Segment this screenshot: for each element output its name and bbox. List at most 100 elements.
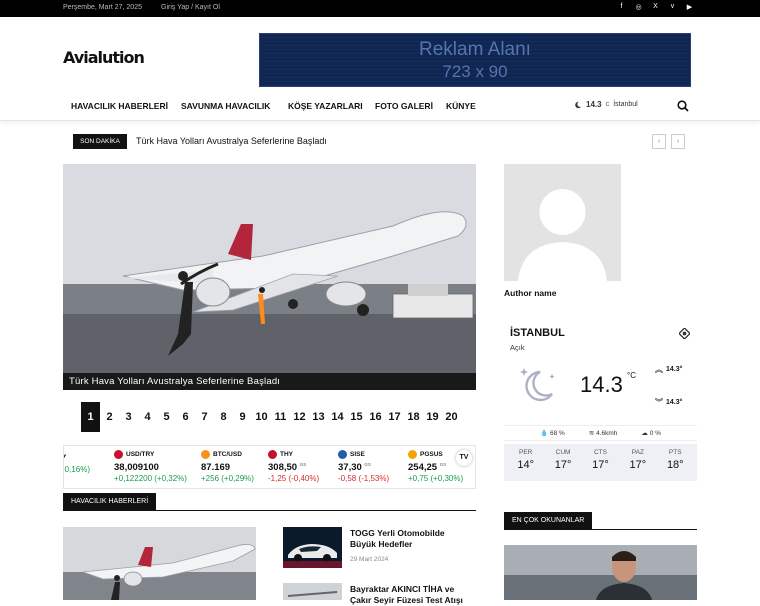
humidity-icon: 💧	[540, 430, 549, 437]
market-change: +0,16%)	[63, 465, 91, 474]
nav-havacilik-haberleri[interactable]: HAVACILIK HABERLERİ	[71, 101, 168, 111]
pager-page[interactable]: 14	[328, 402, 347, 432]
nav-kunye[interactable]: KÜNYE	[446, 101, 476, 111]
section-header-most-read[interactable]: EN ÇOK OKUNANLAR	[504, 512, 593, 529]
top-bar: Perşembe, Mart 27, 2025 Giriş Yap / Kayı…	[0, 0, 760, 17]
ticker-prev-button[interactable]: ‹	[652, 134, 666, 149]
clear-night-moon-icon	[520, 368, 555, 402]
author-name[interactable]: Author name	[504, 288, 556, 298]
forecast-day: CUM 17°	[554, 449, 572, 471]
market-item[interactable]: SISE 37,30 GS -0,58 (-1,53%)	[338, 450, 389, 483]
most-read-thumbnail[interactable]	[504, 545, 697, 600]
forecast-day: PER 14°	[517, 449, 535, 471]
market-change: -0,58 (-1,53%)	[338, 474, 390, 484]
news-date: 29 Mart 2024	[350, 556, 389, 563]
news-title[interactable]: Bayraktar AKINCI TİHA ve Çakır Seyir Füz…	[350, 584, 470, 606]
pager-page[interactable]: 19	[423, 402, 442, 432]
moon-icon	[575, 101, 582, 108]
instagram-icon[interactable]: ◎	[634, 3, 643, 11]
market-ticker[interactable]: Y +0,16%) USD/TRY 38,009100 +0,122200 (+…	[63, 445, 476, 489]
search-icon[interactable]	[677, 100, 689, 112]
market-item[interactable]: PGSUS 254,25 GS +0,75 (+0,30%)	[408, 450, 463, 483]
nav-kose-yazarlari[interactable]: KÖŞE YAZARLARI	[288, 101, 363, 111]
pager-page[interactable]: 20	[442, 402, 461, 432]
cloud-icon: ☁	[641, 430, 648, 437]
pager-page[interactable]: 6	[176, 402, 195, 432]
market-name: BTC/USD	[213, 451, 242, 458]
x-icon[interactable]: X	[651, 3, 660, 11]
nav-foto-galeri[interactable]: FOTO GALERİ	[375, 101, 433, 111]
bitcoin-icon	[201, 450, 210, 459]
forecast-day: CTS 17°	[592, 449, 609, 471]
market-suffix: GS	[439, 462, 447, 467]
nav-weather-city: İstanbul	[613, 101, 638, 108]
pager-page[interactable]: 4	[138, 402, 157, 432]
market-name: USD/TRY	[126, 451, 155, 458]
pager-page[interactable]: 3	[119, 402, 138, 432]
pager-page[interactable]: 7	[195, 402, 214, 432]
pager-page[interactable]: 1	[81, 402, 100, 432]
pager-page[interactable]: 10	[252, 402, 271, 432]
main-nav: HAVACILIK HABERLERİ SAVUNMA HAVACILIK KÖ…	[0, 92, 760, 121]
tradingview-badge-icon[interactable]: TV	[456, 450, 472, 466]
market-item[interactable]: Y +0,16%)	[63, 450, 91, 474]
news-title[interactable]: TOGG Yerli Otomobilde Büyük Hedefler	[350, 528, 470, 550]
weather-stats: 💧 68 % ≋ 4.6kmh ☁ 0 %	[504, 425, 697, 441]
article-image	[63, 527, 256, 600]
market-value: 308,50	[268, 462, 298, 474]
pager-page[interactable]: 5	[157, 402, 176, 432]
featured-article[interactable]: Türk Hava Yolları Avustralya Seferlerine…	[63, 164, 476, 390]
forecast-day: PTS 18°	[666, 449, 684, 471]
breaking-news-label: SON DAKİKA	[73, 134, 127, 149]
author-avatar[interactable]	[504, 164, 621, 281]
pager-page[interactable]: 15	[347, 402, 366, 432]
market-item[interactable]: USD/TRY 38,009100 +0,122200 (+0,32%)	[114, 450, 187, 483]
site-logo[interactable]: Avialution	[63, 48, 145, 67]
market-change: +0,75 (+0,30%)	[408, 474, 464, 484]
pager-page[interactable]: 16	[366, 402, 385, 432]
vimeo-icon[interactable]: v	[668, 3, 677, 11]
market-value: 87.169	[201, 462, 231, 473]
featured-image	[63, 164, 476, 390]
pager-page[interactable]: 2	[100, 402, 119, 432]
pager-page[interactable]: 8	[214, 402, 233, 432]
pager-page[interactable]: 18	[404, 402, 423, 432]
youtube-icon[interactable]: ▶	[685, 3, 694, 11]
arrow-up-icon: ︽	[655, 365, 663, 374]
section-divider	[504, 529, 697, 530]
market-name: PGSUS	[420, 451, 443, 458]
nav-savunma-havacilik[interactable]: SAVUNMA HAVACILIK	[181, 101, 270, 111]
breaking-news-headline[interactable]: Türk Hava Yolları Avustralya Seferlerine…	[136, 136, 327, 146]
ticker-next-button[interactable]: ›	[671, 134, 685, 149]
news-thumbnail-togg[interactable]	[283, 527, 342, 568]
ad-title: Reklam Alanı	[419, 39, 531, 60]
car-image	[283, 527, 342, 568]
weather-temperature: 14.3	[580, 372, 623, 397]
market-item[interactable]: THY 308,50 GS -1,25 (-0,40%)	[268, 450, 319, 483]
weather-high: ︽ 14.3°	[655, 365, 683, 374]
section-header-havacilik[interactable]: HAVACILIK HABERLERİ	[63, 493, 157, 510]
pager-page[interactable]: 11	[271, 402, 290, 432]
weather-description: Açık	[510, 343, 525, 352]
social-links: f ◎ X v ▶	[617, 3, 694, 11]
facebook-icon[interactable]: f	[617, 3, 626, 11]
pager-page[interactable]: 9	[233, 402, 252, 432]
sise-logo-icon	[338, 450, 347, 459]
ad-banner[interactable]: Reklam Alanı 723 x 90	[259, 33, 691, 87]
thy-logo-icon	[268, 450, 277, 459]
login-register-link[interactable]: Giriş Yap / Kayıt Ol	[161, 4, 220, 11]
market-name: SISE	[350, 451, 365, 458]
news-thumbnail-akinci[interactable]	[283, 583, 342, 600]
pager-page[interactable]: 12	[290, 402, 309, 432]
pager-page[interactable]: 17	[385, 402, 404, 432]
market-item[interactable]: BTC/USD 87.169 +256 (+0,29%)	[201, 450, 254, 483]
person-photo	[504, 545, 697, 600]
wind-icon: ≋	[588, 430, 595, 437]
featured-caption[interactable]: Türk Hava Yolları Avustralya Seferlerine…	[69, 376, 280, 387]
location-icon[interactable]	[679, 328, 690, 339]
article-thumbnail-large[interactable]	[63, 527, 256, 600]
section-divider	[63, 510, 476, 511]
market-suffix: GS	[299, 462, 307, 467]
weather-humidity: 68 %	[549, 430, 565, 437]
pager-page[interactable]: 13	[309, 402, 328, 432]
